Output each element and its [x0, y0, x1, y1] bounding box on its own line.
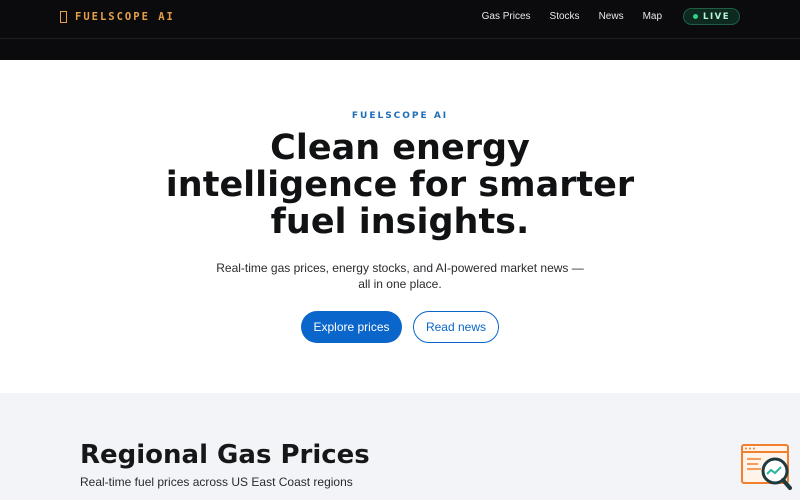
brand-name: FUELSCOPE AI: [75, 11, 175, 23]
nav-news[interactable]: News: [599, 11, 624, 22]
nav-stocks[interactable]: Stocks: [550, 11, 580, 22]
floating-assistant-widget[interactable]: [741, 443, 793, 491]
brand-logo[interactable]: FUELSCOPE AI: [60, 11, 175, 23]
hero-subtext: Real-time gas prices, energy stocks, and…: [216, 261, 584, 291]
regional-prices-section: Regional Gas Prices Real-time fuel price…: [0, 393, 800, 500]
top-navbar: FUELSCOPE AI Gas Prices Stocks News Map …: [0, 0, 800, 39]
section-subtitle: Real-time fuel prices across US East Coa…: [80, 475, 353, 489]
explore-prices-button[interactable]: Explore prices: [301, 311, 402, 343]
live-badge-label: LIVE: [703, 11, 730, 22]
live-badge: LIVE: [683, 8, 740, 25]
hero-section: FUELSCOPE AI Clean energy intelligence f…: [0, 60, 800, 393]
hero-eyebrow: FUELSCOPE AI: [351, 111, 449, 121]
live-dot-icon: [693, 14, 699, 19]
main-nav: Gas Prices Stocks News Map LIVE: [482, 8, 740, 25]
search-analytics-icon: [741, 444, 792, 490]
header-subbar: [0, 39, 800, 60]
section-title: Regional Gas Prices: [80, 440, 370, 470]
nav-gas-prices[interactable]: Gas Prices: [482, 11, 531, 22]
flame-icon: [60, 11, 67, 23]
read-news-button[interactable]: Read news: [413, 311, 499, 343]
hero-headline: Clean energy intelligence for smarter fu…: [165, 128, 635, 242]
nav-map[interactable]: Map: [643, 11, 662, 22]
